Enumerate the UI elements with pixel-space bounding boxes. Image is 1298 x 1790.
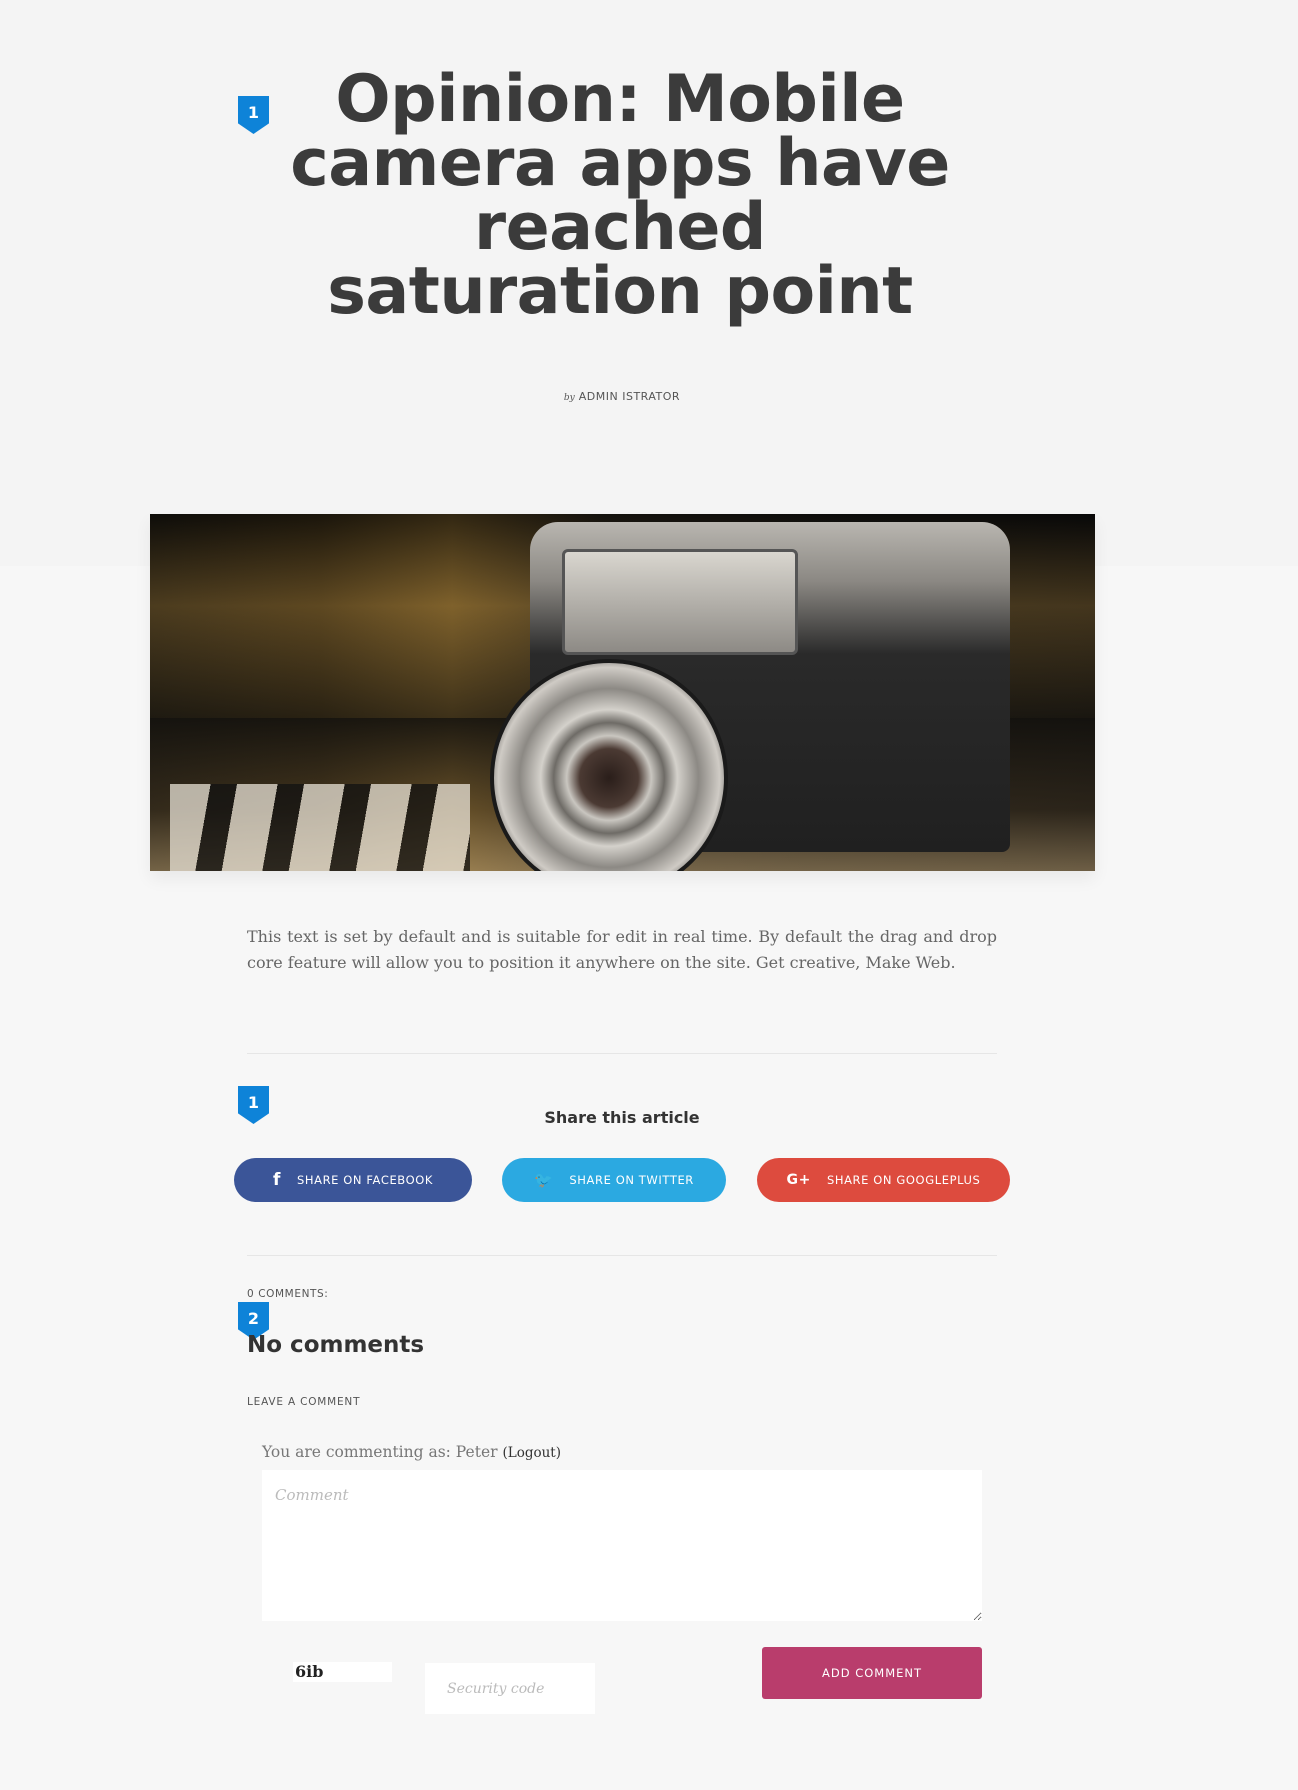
commenting-as: You are commenting as: Peter (Logout) [262, 1443, 561, 1461]
captcha-image: 6ib [293, 1662, 392, 1682]
byline-prefix: by [563, 393, 575, 403]
byline: by ADMIN ISTRATOR [0, 390, 1244, 403]
share-twitter-button[interactable]: 🐦 SHARE ON TWITTER [502, 1158, 726, 1202]
piano-keys-shape [170, 784, 470, 871]
share-twitter-label: SHARE ON TWITTER [569, 1173, 694, 1187]
leave-comment-label: LEAVE A COMMENT [247, 1396, 361, 1408]
share-title: Share this article [544, 1108, 700, 1127]
hero-camera-image [150, 514, 1095, 871]
commenting-as-text: You are commenting as: Peter [262, 1443, 498, 1461]
share-facebook-button[interactable]: f SHARE ON FACEBOOK [234, 1158, 472, 1202]
share-googleplus-button[interactable]: G+ SHARE ON GOOGLEPLUS [757, 1158, 1010, 1202]
comments-count: 0 COMMENTS: [247, 1288, 329, 1300]
security-code-input[interactable] [425, 1663, 595, 1714]
no-comments-heading: No comments [247, 1332, 425, 1358]
twitter-icon: 🐦 [534, 1171, 554, 1189]
author-link[interactable]: ADMIN ISTRATOR [579, 390, 680, 403]
divider [247, 1053, 997, 1054]
comment-textarea[interactable] [262, 1470, 982, 1621]
logout-link[interactable]: (Logout) [502, 1445, 561, 1461]
add-comment-button[interactable]: ADD COMMENT [762, 1647, 982, 1699]
divider [247, 1255, 997, 1256]
page-title: Opinion: Mobile camera apps have reached… [290, 62, 950, 329]
camera-window-shape [562, 549, 798, 655]
share-googleplus-label: SHARE ON GOOGLEPLUS [826, 1173, 981, 1187]
share-facebook-label: SHARE ON FACEBOOK [296, 1173, 434, 1187]
article-body: This text is set by default and is suita… [247, 927, 997, 972]
facebook-icon: f [272, 1170, 281, 1190]
googleplus-icon: G+ [786, 1172, 811, 1188]
